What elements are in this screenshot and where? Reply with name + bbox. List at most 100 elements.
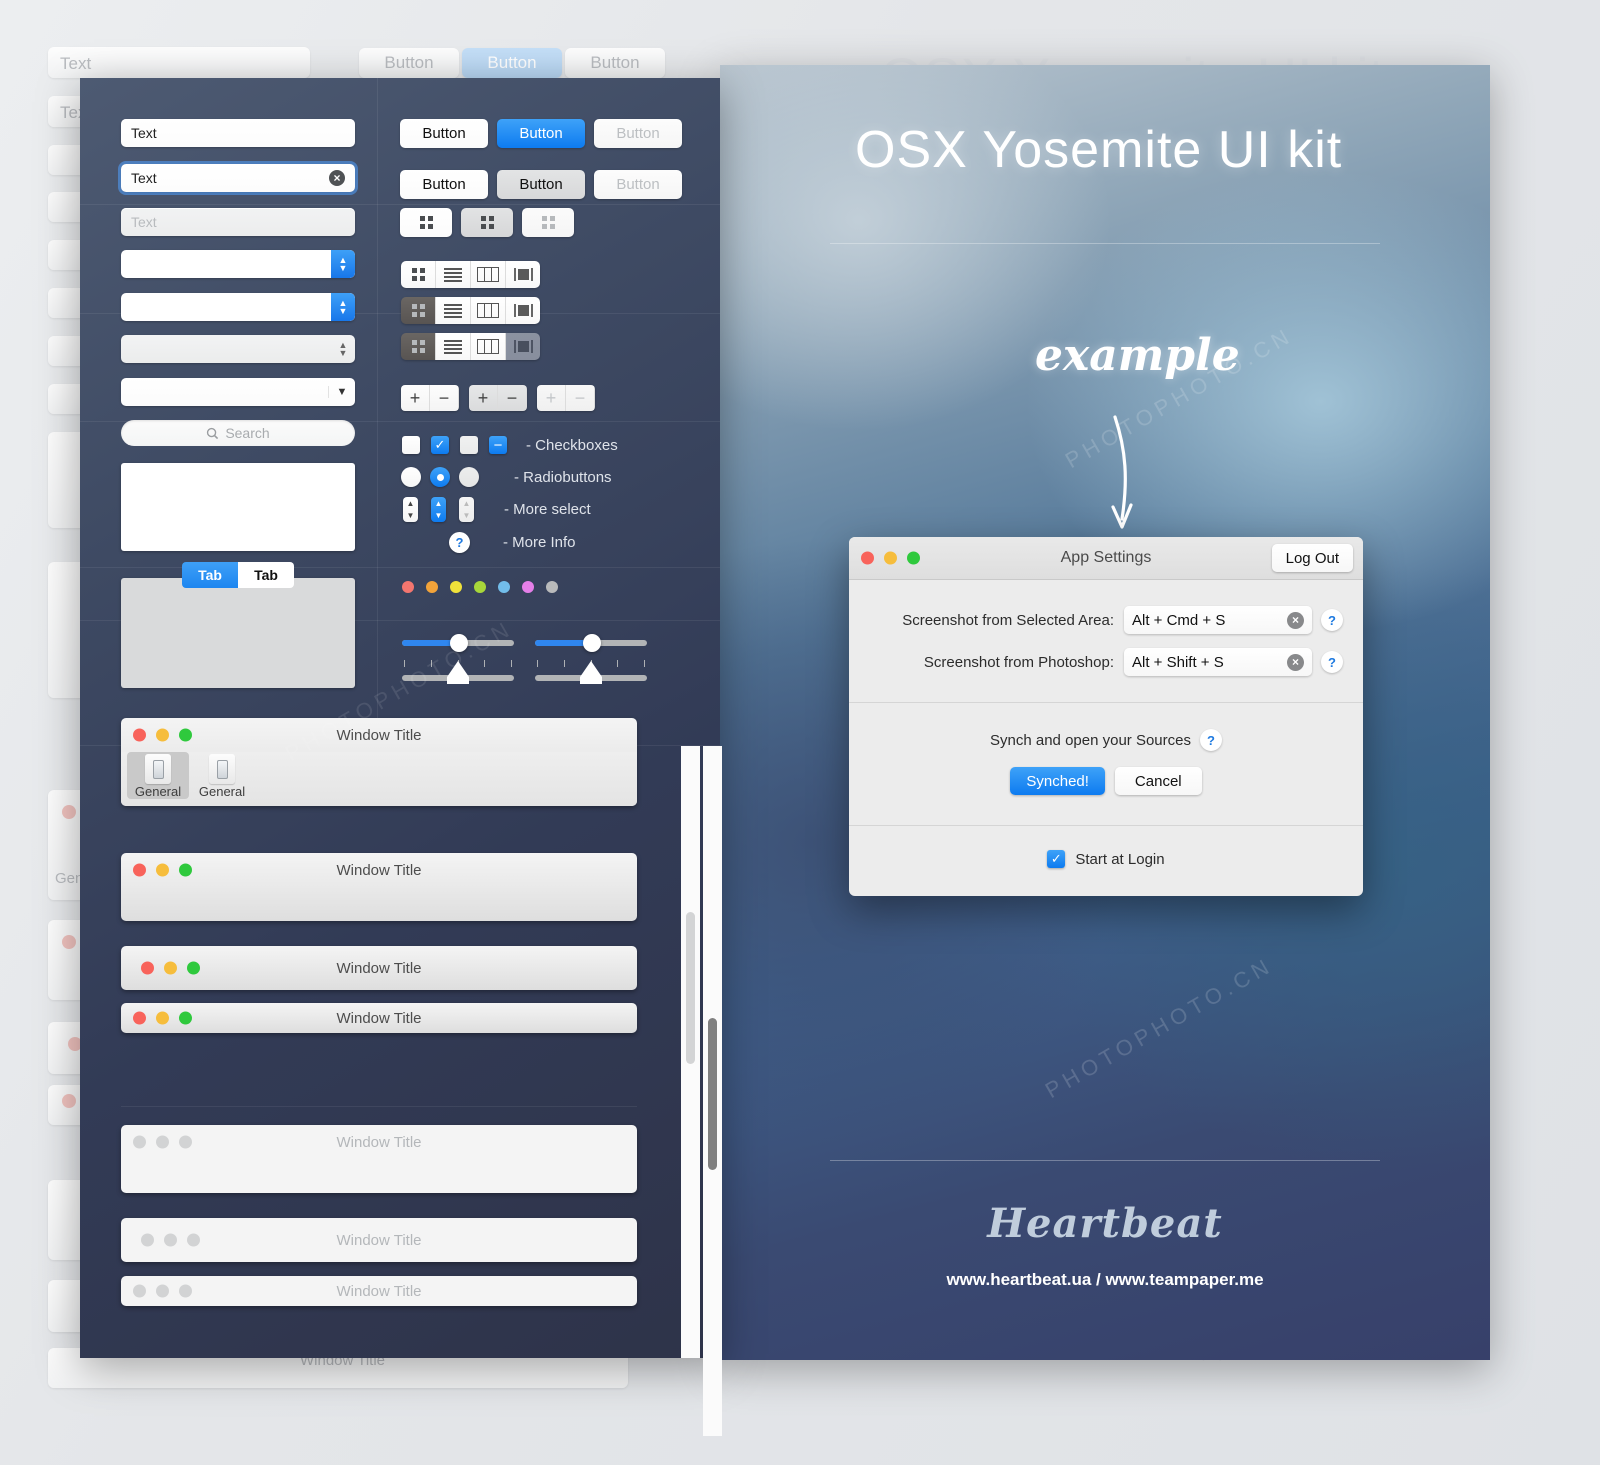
text-field-default[interactable]: Text <box>121 119 355 147</box>
scrollbar-light-thumb[interactable] <box>686 912 695 1064</box>
minus-icon[interactable]: − <box>430 385 459 411</box>
list-view-icon[interactable] <box>436 297 471 324</box>
traffic-lights[interactable] <box>133 1011 192 1025</box>
window-short[interactable]: Window Title <box>121 1003 637 1033</box>
slider-track-2[interactable] <box>402 661 514 684</box>
grid-view-icon[interactable] <box>401 261 436 288</box>
synched-button[interactable]: Synched! <box>1010 767 1105 795</box>
shortcut-input-selected-area[interactable]: Alt + Cmd + S × <box>1124 606 1312 634</box>
button-default[interactable]: Button <box>400 119 488 148</box>
plus-minus-pressed[interactable]: + − <box>469 385 527 411</box>
zoom-icon[interactable] <box>187 961 200 975</box>
slider-triangle-knob[interactable] <box>447 661 469 684</box>
minimize-icon[interactable] <box>156 1284 169 1298</box>
slider-track[interactable] <box>402 634 514 652</box>
clear-icon[interactable]: × <box>1287 653 1304 671</box>
toolbar-item-general[interactable]: General <box>191 752 253 799</box>
window-inactive-short[interactable]: Window Title <box>121 1276 637 1306</box>
color-swatch-green[interactable] <box>474 581 486 593</box>
scrollbar-dark-thumb[interactable] <box>708 1018 717 1170</box>
zoom-icon[interactable] <box>179 1011 192 1025</box>
color-swatch-yellow[interactable] <box>450 581 462 593</box>
stepper-field-blue-1[interactable]: ▲ ▼ <box>121 250 355 278</box>
traffic-lights[interactable] <box>141 961 200 975</box>
traffic-lights[interactable] <box>133 863 192 877</box>
slider-2[interactable] <box>535 634 647 684</box>
grid-icon-button-pressed[interactable] <box>461 208 513 237</box>
radio-unselected[interactable] <box>401 467 421 487</box>
mini-stepper-default[interactable]: ▲ ▼ <box>403 497 418 522</box>
scrollbar-light[interactable] <box>681 746 700 1358</box>
zoom-icon[interactable] <box>179 1135 192 1149</box>
grid-icon-button-default[interactable] <box>400 208 452 237</box>
slider-track-2[interactable] <box>535 661 647 684</box>
checkbox-unchecked[interactable] <box>402 436 420 454</box>
stepper-field-blue-2[interactable]: ▲ ▼ <box>121 293 355 321</box>
close-icon[interactable] <box>133 1011 146 1025</box>
close-icon[interactable] <box>141 1233 154 1247</box>
question-mark-icon[interactable]: ? <box>1321 609 1343 631</box>
popup-menu[interactable]: ▼ <box>121 378 355 406</box>
slider-knob[interactable] <box>450 634 468 652</box>
toolbar-item-general-selected[interactable]: General <box>127 752 189 799</box>
question-mark-icon[interactable]: ? <box>1199 729 1222 751</box>
minimize-icon[interactable] <box>164 1233 177 1247</box>
plus-icon[interactable]: + <box>401 385 430 411</box>
button-primary[interactable]: Button <box>497 119 585 148</box>
button-default-2[interactable]: Button <box>400 170 488 199</box>
minimize-icon[interactable] <box>156 1135 169 1149</box>
close-icon[interactable] <box>133 1284 146 1298</box>
minimize-icon[interactable] <box>884 551 897 565</box>
shortcut-input-photoshop[interactable]: Alt + Shift + S × <box>1124 648 1312 676</box>
stepper-arrows-icon[interactable]: ▲ ▼ <box>331 293 355 321</box>
plus-minus-default[interactable]: + − <box>401 385 459 411</box>
question-mark-icon[interactable]: ? <box>449 532 470 553</box>
traffic-lights-inactive[interactable] <box>133 1135 192 1149</box>
coverflow-view-icon[interactable] <box>506 261 540 288</box>
color-swatch-blue[interactable] <box>498 581 510 593</box>
slider-track[interactable] <box>535 634 647 652</box>
zoom-icon[interactable] <box>179 728 192 742</box>
minimize-icon[interactable] <box>156 863 169 877</box>
list-view-icon[interactable] <box>436 261 471 288</box>
color-swatch-magenta[interactable] <box>522 581 534 593</box>
slider-triangle-knob[interactable] <box>580 661 602 684</box>
grid-view-icon[interactable] <box>401 297 436 324</box>
color-swatch-grey[interactable] <box>546 581 558 593</box>
dialog-traffic-lights[interactable] <box>861 551 920 565</box>
stepper-input[interactable] <box>121 293 331 321</box>
close-icon[interactable] <box>133 863 146 877</box>
zoom-icon[interactable] <box>907 551 920 565</box>
close-icon[interactable] <box>861 551 874 565</box>
checkbox-mixed[interactable]: − <box>489 436 507 454</box>
stepper-input[interactable] <box>121 250 331 278</box>
app-settings-window[interactable]: App Settings Log Out Screenshot from Sel… <box>849 537 1363 896</box>
start-at-login-row[interactable]: ✓ Start at Login <box>849 850 1363 868</box>
minimize-icon[interactable] <box>164 961 177 975</box>
slider-knob[interactable] <box>583 634 601 652</box>
clear-icon[interactable]: × <box>1287 611 1304 629</box>
window-tall[interactable]: Window Title <box>121 853 637 921</box>
chevron-down-icon[interactable]: ▼ <box>328 386 355 398</box>
minimize-icon[interactable] <box>156 1011 169 1025</box>
tab-inactive[interactable]: Tab <box>238 562 294 588</box>
slider-1[interactable] <box>402 634 514 684</box>
clear-icon[interactable]: × <box>329 170 345 186</box>
column-view-icon[interactable] <box>471 261 506 288</box>
button-pressed[interactable]: Button <box>497 170 585 199</box>
traffic-lights-inactive[interactable] <box>133 1284 192 1298</box>
text-field-focused[interactable]: Text × <box>121 164 355 192</box>
window-inactive-medium[interactable]: Window Title <box>121 1218 637 1262</box>
text-area[interactable] <box>121 463 355 551</box>
window-inactive-tall[interactable]: Window Title <box>121 1125 637 1193</box>
cancel-button[interactable]: Cancel <box>1114 767 1202 795</box>
plus-icon[interactable]: + <box>469 385 498 411</box>
search-input[interactable]: Search <box>121 420 355 446</box>
close-icon[interactable] <box>133 1135 146 1149</box>
logout-button[interactable]: Log Out <box>1271 544 1353 572</box>
checkbox-checked[interactable]: ✓ <box>431 436 449 454</box>
zoom-icon[interactable] <box>187 1233 200 1247</box>
tab-active[interactable]: Tab <box>182 562 238 588</box>
color-swatch-red[interactable] <box>402 581 414 593</box>
radio-selected[interactable] <box>430 467 450 487</box>
